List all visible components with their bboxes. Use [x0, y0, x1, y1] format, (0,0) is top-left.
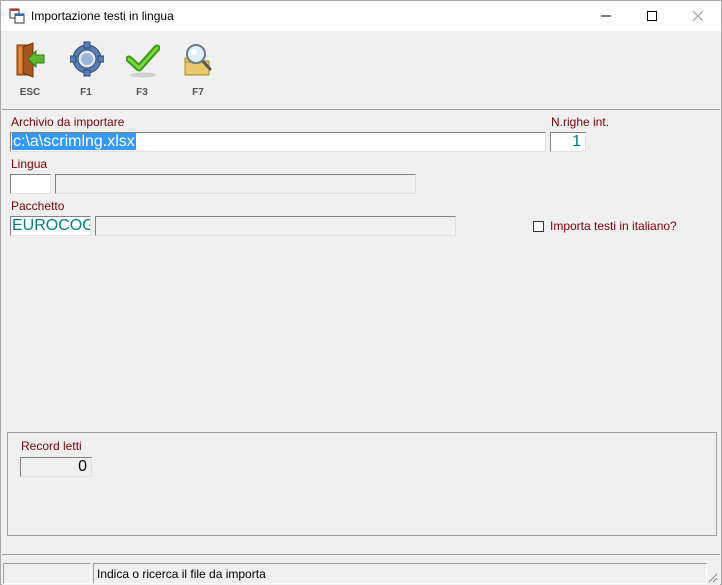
- archive-input[interactable]: c:\a\scrimlng.xlsx: [10, 132, 546, 152]
- minimize-button[interactable]: [583, 1, 629, 31]
- f3-button[interactable]: F3: [117, 37, 167, 99]
- status-cell-left: [3, 563, 91, 584]
- language-code-input[interactable]: [10, 174, 51, 194]
- rows-label: N.righe int.: [551, 115, 610, 129]
- f3-button-label: F3: [136, 87, 148, 98]
- records-group: Record letti 0: [7, 432, 717, 536]
- esc-button[interactable]: ESC: [5, 37, 55, 99]
- archive-value: c:\a\scrimlng.xlsx: [12, 133, 136, 150]
- title-bar[interactable]: Importazione testi in lingua: [1, 1, 721, 31]
- package-description-field: [95, 216, 456, 236]
- status-message: Indica o ricerca il file da importa: [93, 563, 707, 584]
- package-code-input[interactable]: EUROCOGE: [10, 216, 91, 236]
- checkmark-icon: [126, 44, 160, 78]
- app-window: Importazione testi in lingua ESC F1 F3 F…: [0, 0, 722, 585]
- language-label: Lingua: [11, 157, 48, 171]
- exit-door-icon: [16, 42, 45, 78]
- search-folder-icon: [184, 44, 212, 76]
- f7-button[interactable]: F7: [173, 37, 223, 99]
- f7-button-label: F7: [192, 87, 204, 98]
- import-italian-label: Importa testi in italiano?: [550, 219, 677, 233]
- esc-button-label: ESC: [19, 87, 41, 98]
- maximize-icon: [647, 11, 657, 21]
- app-icon: [9, 8, 25, 24]
- status-bar: Indica o ricerca il file da importa: [2, 563, 720, 585]
- language-description-field: [55, 174, 416, 194]
- main-panel: Archivio da importare c:\a\scrimlng.xlsx…: [2, 109, 720, 555]
- window-title: Importazione testi in lingua: [31, 9, 174, 23]
- f1-button[interactable]: F1: [61, 37, 111, 99]
- import-italian-option[interactable]: Importa testi in italiano?: [533, 219, 677, 233]
- close-button[interactable]: [675, 1, 721, 31]
- resize-grip-icon[interactable]: [706, 571, 718, 583]
- import-italian-checkbox[interactable]: [533, 220, 544, 232]
- help-gear-icon: [70, 41, 104, 77]
- records-label: Record letti: [21, 439, 82, 453]
- toolbar: ESC F1 F3 F7: [1, 31, 721, 107]
- package-label: Pacchetto: [11, 199, 65, 213]
- maximize-button[interactable]: [629, 1, 675, 31]
- rows-input[interactable]: 1: [550, 132, 586, 152]
- minimize-icon: [601, 15, 611, 17]
- archive-label: Archivio da importare: [11, 115, 125, 129]
- close-icon: [693, 11, 703, 21]
- records-count: 0: [20, 457, 92, 477]
- f1-button-label: F1: [80, 87, 92, 98]
